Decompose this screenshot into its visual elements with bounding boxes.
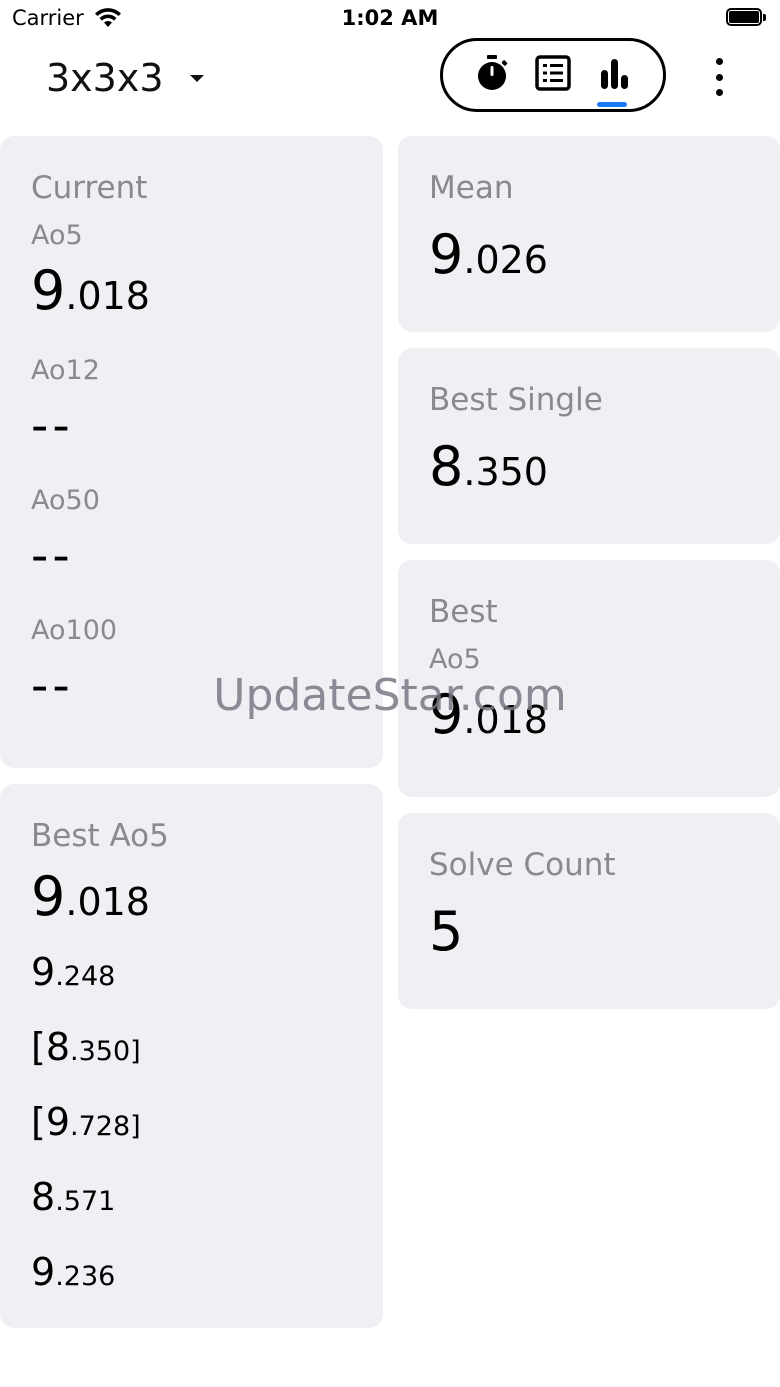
- solve-count-value: 5: [429, 900, 464, 963]
- more-vert-icon: [715, 58, 723, 65]
- best-ao5-solve: [9.728]: [31, 1100, 141, 1144]
- stats-mode-button[interactable]: [590, 51, 638, 107]
- list-mode-button[interactable]: [529, 51, 577, 99]
- battery-icon: [726, 8, 768, 28]
- best-ao5-label: Ao5: [429, 644, 481, 675]
- current-ao12-value: --: [31, 398, 74, 454]
- status-time: 1:02 AM: [341, 6, 439, 30]
- puzzle-selector[interactable]: 3x3x3: [46, 56, 204, 100]
- best-title: Best: [429, 594, 498, 630]
- ao5-label: Ao5: [31, 220, 83, 251]
- ao12-label: Ao12: [31, 355, 100, 386]
- status-bar: Carrier 1:02 AM: [0, 0, 780, 40]
- current-ao100-value: --: [31, 658, 74, 714]
- best-ao5-average-value: 9.018: [429, 683, 548, 746]
- ao100-label: Ao100: [31, 615, 118, 646]
- best-ao5-value: 9.018: [31, 865, 150, 928]
- best-ao5-solve: [8.350]: [31, 1025, 141, 1069]
- puzzle-name: 3x3x3: [46, 56, 164, 100]
- mean-title: Mean: [429, 170, 514, 206]
- mean-card: Mean 9.026: [398, 136, 780, 332]
- best-ao5-title: Best Ao5: [31, 818, 169, 854]
- active-tab-indicator: [597, 102, 628, 107]
- mean-value: 9.026: [429, 223, 548, 286]
- caret-down-icon: [189, 74, 204, 82]
- current-averages-card: Current Ao5 9.018 Ao12 -- Ao50 -- Ao100 …: [0, 136, 383, 768]
- best-single-value: 8.350: [429, 435, 548, 498]
- mode-switch: [440, 38, 666, 112]
- app-header: 3x3x3: [0, 38, 780, 130]
- more-options-button[interactable]: [705, 58, 733, 96]
- ao50-label: Ao50: [31, 485, 100, 516]
- best-ao5-solve: 9.236: [31, 1250, 116, 1294]
- current-ao5-value: 9.018: [31, 259, 150, 322]
- best-ao5-solve: 9.248: [31, 950, 116, 994]
- bar-chart-icon: [596, 55, 632, 95]
- best-single-card[interactable]: Best Single 8.350: [398, 348, 780, 544]
- best-average-card[interactable]: Best Ao5 9.018: [398, 560, 780, 797]
- best-ao5-solve: 8.571: [31, 1175, 116, 1219]
- best-single-title: Best Single: [429, 382, 603, 418]
- best-ao5-card[interactable]: Best Ao5 9.018 9.248 [8.350] [9.728] 8.5…: [0, 784, 383, 1328]
- current-ao50-value: --: [31, 528, 74, 584]
- current-title: Current: [31, 170, 148, 206]
- list-icon: [534, 54, 572, 96]
- stopwatch-icon: [472, 53, 512, 97]
- solve-count-card: Solve Count 5: [398, 813, 780, 1009]
- timer-mode-button[interactable]: [468, 51, 516, 99]
- solve-count-title: Solve Count: [429, 847, 616, 883]
